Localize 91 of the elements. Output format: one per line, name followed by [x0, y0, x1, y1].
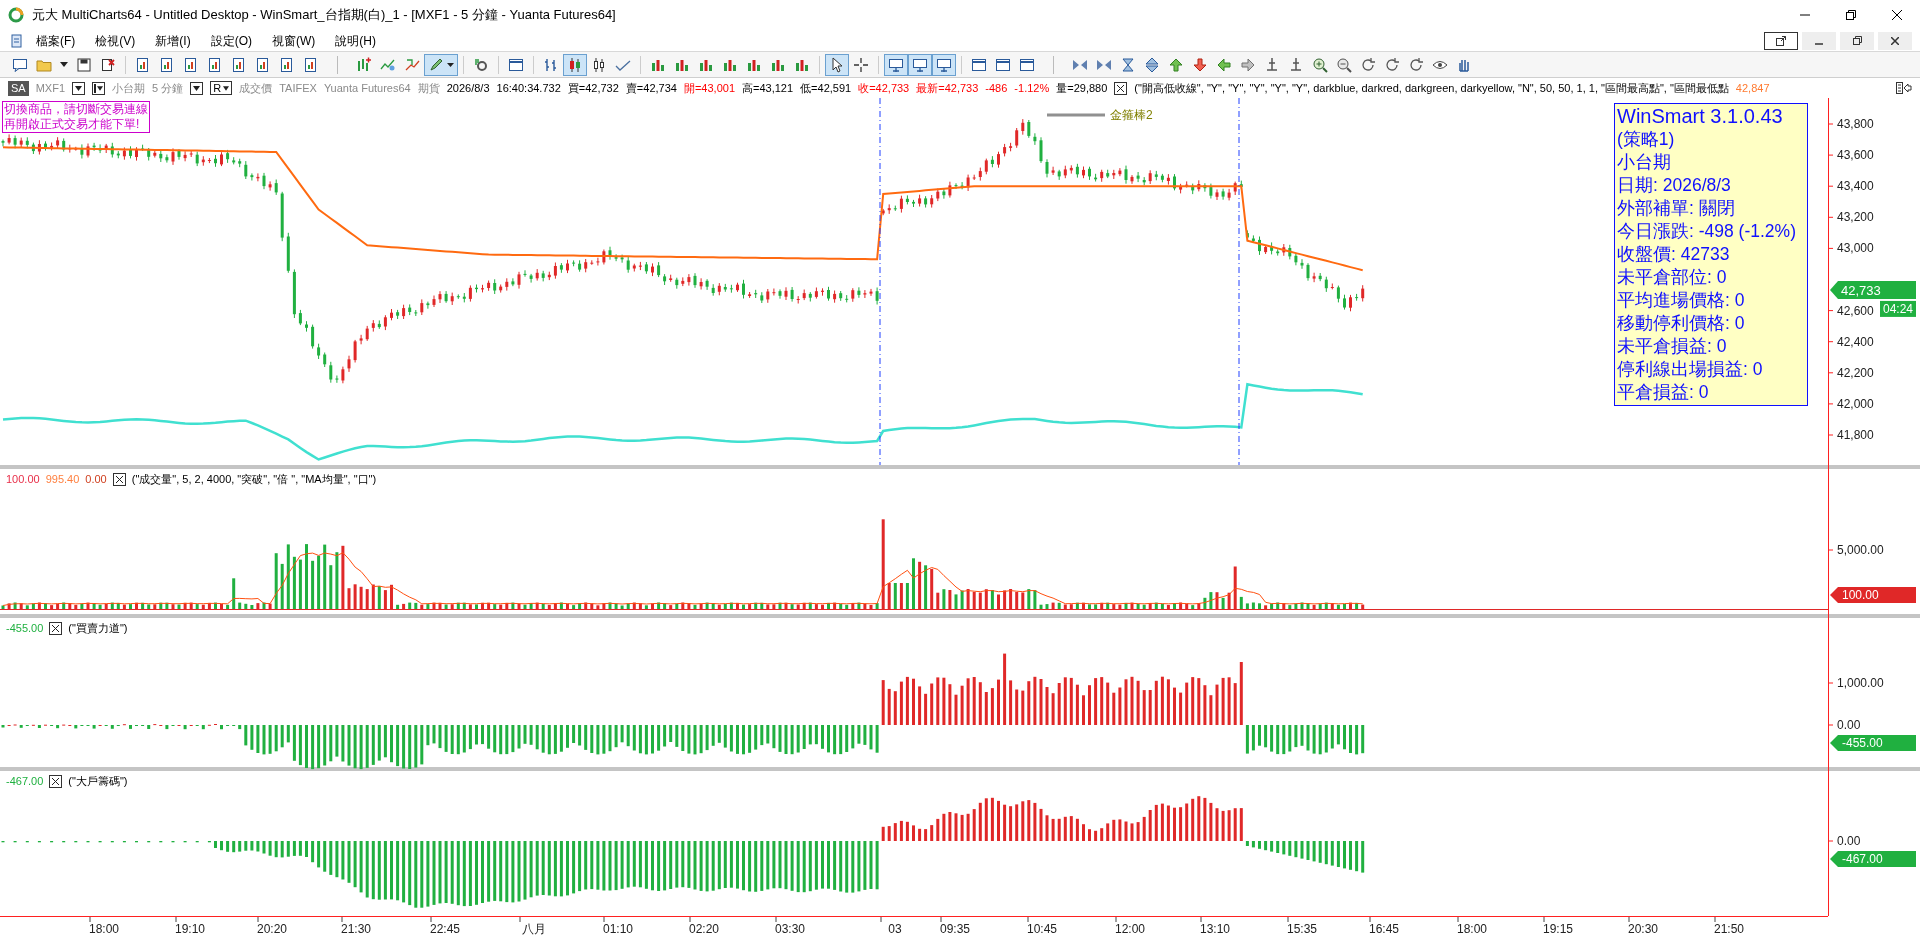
time-axis-label: 16:45 — [1369, 922, 1399, 936]
data-type-dropdown[interactable]: R — [210, 81, 233, 95]
info-text: WinSmart 3.1.0.43 — [1617, 105, 1784, 128]
quote-value: 高=43,121 — [742, 80, 794, 96]
axis-label: 1,000.00 — [1837, 676, 1884, 690]
indicator-value: -455.00 — [6, 621, 44, 636]
indicator-parameters: ("買賣力道") — [68, 621, 128, 636]
price-axis-label: 42,000 — [1837, 396, 1874, 411]
quote-value: -486 — [985, 80, 1008, 96]
exchange-label: TAIFEX — [279, 80, 317, 96]
time-axis-label: 10:45 — [1027, 922, 1057, 936]
info-text: 停利線出場損益: 0 — [1617, 358, 1764, 381]
notice-text: 切換商品，請切斷交易連線 — [4, 102, 148, 117]
time-axis-label: 13:10 — [1200, 922, 1230, 936]
value-tag: -455.00 — [1830, 735, 1916, 751]
instrument-name: 小台期 — [112, 80, 146, 96]
time-axis-label: 21:30 — [341, 922, 371, 936]
indicator-parameters: ("大戶籌碼") — [68, 774, 128, 789]
quote-value: 開=43,001 — [683, 80, 735, 96]
quote-value: 收=42,733 — [858, 80, 910, 96]
info-text: 外部補單: 關閉 — [1617, 197, 1736, 220]
info-text: 日期: 2026/8/3 — [1617, 174, 1732, 197]
symbol-label: MXF1 — [35, 80, 66, 96]
indicator-value: 995.40 — [45, 472, 80, 487]
price-axis-label: 42,200 — [1837, 365, 1874, 380]
indicator-value: -467.00 — [6, 774, 44, 789]
interval-label: 5 分鐘 — [152, 80, 184, 96]
indicator-value: 100.00 — [6, 472, 40, 487]
price-axis-label: 43,800 — [1837, 117, 1874, 131]
time-axis-label: 02:20 — [689, 922, 719, 936]
info-text: 平均進場價格: 0 — [1617, 289, 1746, 312]
quote-value: 量=29,880 — [1056, 80, 1108, 96]
time-axis-label: 19:10 — [175, 922, 205, 936]
info-text: 收盤價: 42733 — [1617, 243, 1731, 266]
mode-button[interactable]: SA — [8, 80, 29, 96]
value-tag: 100.00 — [1830, 587, 1916, 603]
drawing-label: 金箍棒2 — [1110, 108, 1153, 122]
info-text: 未平倉部位: 0 — [1617, 266, 1728, 289]
menu-item[interactable]: 設定(O) — [210, 31, 252, 50]
menu-item[interactable]: 新增(I) — [155, 31, 191, 50]
value-tag: -467.00 — [1830, 851, 1916, 867]
time-axis-label: 03:30 — [775, 922, 805, 936]
axis-label: 0.00 — [1837, 718, 1861, 732]
axis-label: 0.00 — [1837, 834, 1861, 848]
time-axis-label: 01:10 — [603, 922, 633, 936]
info-text: 今日漲跌: -498 (-1.2%) — [1617, 220, 1797, 243]
time-axis-label: 03 — [888, 922, 902, 936]
menu-item[interactable]: 視窗(W) — [272, 31, 316, 50]
quote-value: 賣=42,734 — [625, 80, 677, 96]
info-text: 移動停利價格: 0 — [1617, 312, 1746, 335]
time-axis-label: 19:15 — [1543, 922, 1573, 936]
category-label: 期貨 — [417, 80, 440, 96]
time-axis-label: 21:50 — [1714, 922, 1744, 936]
price-axis-label: 43,000 — [1837, 241, 1874, 256]
source-label: Yuanta Futures64 — [323, 80, 411, 96]
window-title: 元大 MultiCharts64 - Untitled Desktop - WinSmart_台指期(白)_1 - [MXF1 - 5 分鐘 - Yuanta Futures64] — [32, 6, 616, 25]
quote-value: -1.12% — [1014, 80, 1050, 96]
time-axis-label: 20:30 — [1628, 922, 1658, 936]
time-axis-label: 18:00 — [1457, 922, 1487, 936]
price-axis-label: 42,400 — [1837, 334, 1874, 349]
info-text: 小台期 — [1617, 151, 1672, 174]
info-text: 未平倉損益: 0 — [1617, 335, 1728, 358]
price-axis-label: 43,600 — [1837, 148, 1874, 163]
time-axis-label: 15:35 — [1287, 922, 1317, 936]
quote-value: 最新=42,733 — [916, 80, 979, 96]
notice-text: 再開啟正式交易才能下單! — [4, 117, 141, 132]
menu-item[interactable]: 說明(H) — [335, 31, 376, 50]
time-label: 16:40:34.732 — [496, 80, 561, 96]
time-axis-label: 09:35 — [940, 922, 970, 936]
price-axis-label: 41,800 — [1837, 428, 1874, 442]
price-axis-label: 43,200 — [1837, 210, 1874, 225]
info-text: 平倉損益: 0 — [1617, 381, 1710, 404]
time-axis-label: 22:45 — [430, 922, 460, 936]
quote-value: 買=42,732 — [567, 80, 619, 96]
date-label: 2026/8/3 — [446, 80, 490, 96]
study-value: 42,847 — [1735, 80, 1770, 96]
price-axis-label: 43,400 — [1837, 179, 1874, 194]
price-axis-label: 42,600 — [1837, 303, 1874, 318]
quote-value: 低=42,591 — [800, 80, 852, 96]
menu-item[interactable]: 檔案(F) — [36, 31, 76, 50]
field-label: 成交價 — [239, 80, 273, 96]
time-axis-label: 12:00 — [1115, 922, 1145, 936]
indicator-parameters: ("成交量", 5, 2, 4000, "突破", "倍 ", "MA均量", "口") — [131, 472, 377, 487]
indicator-value: 0.00 — [85, 472, 107, 487]
time-axis-label: 八月 — [522, 922, 546, 936]
study-parameters: ("開高低收線", "Y", "Y", "Y", "Y", "Y", darkblue, darkred, darkgreen, darkyellow, "N", 50, 50, 1, 1, "區間最高點", "區間最低點 — [1134, 80, 1729, 96]
time-axis-label: 20:20 — [257, 922, 287, 936]
axis-label: 5,000.00 — [1837, 543, 1884, 557]
time-axis-label: 18:00 — [89, 922, 119, 936]
menu-item[interactable]: 檢視(V) — [95, 31, 136, 50]
info-text: (策略1) — [1617, 128, 1676, 151]
